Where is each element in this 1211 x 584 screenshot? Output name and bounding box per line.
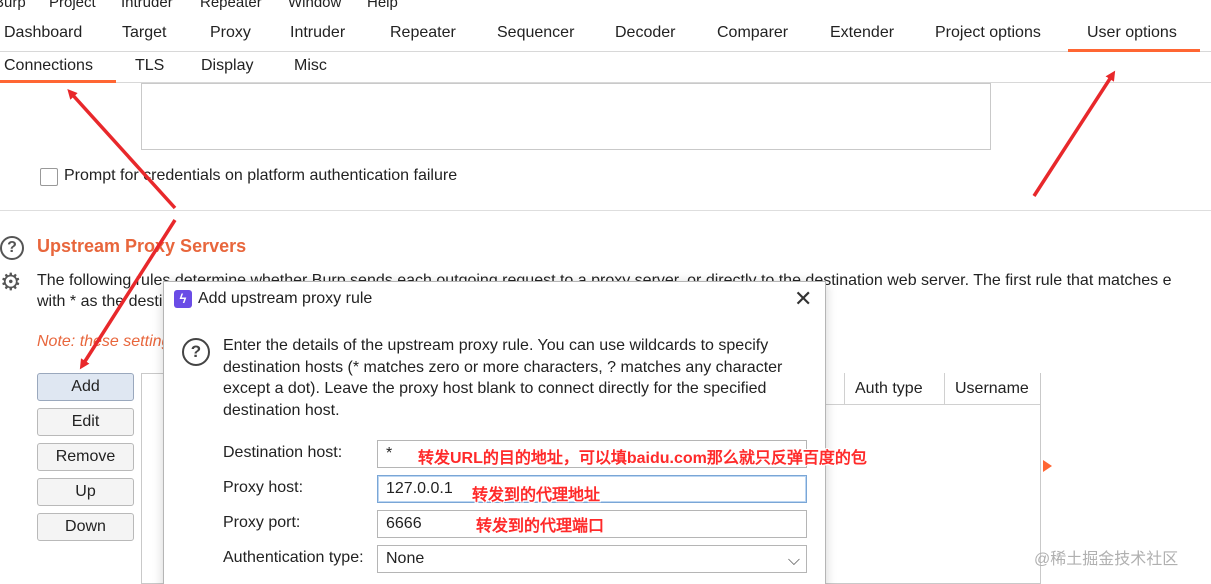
arrow-to-user-options (1032, 70, 1116, 197)
up-button[interactable]: Up (37, 478, 134, 506)
sub-tab-bar: Connections TLS Display Misc (0, 52, 1211, 83)
proxy-host-annotation: 转发到的代理地址 (472, 487, 601, 504)
menu-repeater[interactable]: Repeater (200, 0, 262, 11)
menubar: Burp Project Intruder Repeater Window He… (0, 0, 1211, 18)
dialog-title: Add upstream proxy rule (198, 290, 373, 307)
burp-logo-icon: ϟ (174, 290, 192, 308)
subtab-misc[interactable]: Misc (294, 57, 327, 75)
menu-help[interactable]: Help (367, 0, 398, 11)
platform-auth-table[interactable] (141, 83, 991, 150)
remove-button[interactable]: Remove (37, 443, 134, 471)
dialog-description: Enter the details of the upstream proxy … (223, 337, 783, 419)
chevron-down-icon: ⌵ (787, 552, 800, 569)
section-note: Note: these settings (37, 333, 179, 350)
proxy-port-value: 6666 (386, 515, 422, 532)
menu-project[interactable]: Project (49, 0, 96, 11)
proxy-host-label: Proxy host: (223, 479, 304, 496)
tab-comparer[interactable]: Comparer (717, 24, 788, 42)
menu-window[interactable]: Window (288, 0, 341, 11)
tab-proxy[interactable]: Proxy (210, 24, 251, 42)
prompt-credentials-label: Prompt for credentials on platform authe… (64, 167, 458, 184)
tab-extender[interactable]: Extender (830, 24, 894, 42)
subtab-display[interactable]: Display (201, 57, 253, 75)
tab-sequencer[interactable]: Sequencer (497, 24, 574, 42)
menu-intruder[interactable]: Intruder (121, 0, 173, 11)
dialog-help-icon[interactable]: ? (182, 338, 210, 366)
close-icon[interactable]: ✕ (794, 286, 812, 312)
active-subtab-indicator (0, 80, 116, 83)
edit-button[interactable]: Edit (37, 408, 134, 436)
subtab-connections[interactable]: Connections (4, 57, 93, 75)
menu-burp[interactable]: Burp (0, 0, 26, 11)
tab-project-options[interactable]: Project options (935, 24, 1041, 42)
add-upstream-proxy-dialog: ϟ Add upstream proxy rule ✕ ? Enter the … (163, 281, 867, 584)
auth-type-value: None (386, 550, 425, 567)
destination-host-label: Destination host: (223, 444, 343, 461)
proxy-port-label: Proxy port: (223, 514, 301, 531)
tab-decoder[interactable]: Decoder (615, 24, 675, 42)
proxy-host-value: 127.0.0.1 (386, 480, 453, 497)
auth-type-select[interactable]: None ⌵ (377, 545, 807, 573)
proxy-port-annotation: 转发到的代理端口 (476, 518, 605, 535)
tab-dashboard[interactable]: Dashboard (4, 24, 82, 42)
add-button[interactable]: Add (37, 373, 134, 401)
watermark: @稀土掘金技术社区 (1034, 551, 1179, 568)
active-tab-indicator (1068, 18, 1200, 52)
help-icon[interactable]: ? (0, 236, 24, 260)
main-tab-bar: Dashboard Target Proxy Intruder Repeater… (0, 18, 1211, 52)
tab-intruder[interactable]: Intruder (290, 24, 345, 42)
subtab-tls[interactable]: TLS (135, 57, 164, 75)
section-title: Upstream Proxy Servers (37, 236, 247, 256)
tab-repeater[interactable]: Repeater (390, 24, 456, 42)
expand-arrow-icon[interactable] (1043, 460, 1052, 472)
auth-type-label: Authentication type: (223, 549, 364, 566)
column-header-auth-type[interactable]: Auth type (844, 373, 944, 405)
section-divider (0, 210, 1211, 211)
down-button[interactable]: Down (37, 513, 134, 541)
gear-icon[interactable]: ⚙ (0, 271, 24, 295)
destination-host-value: * (386, 445, 393, 462)
column-header-username[interactable]: Username (944, 373, 1040, 405)
destination-annotation: 转发URL的目的地址，可以填baidu.com那么就只反弹百度的包 (418, 450, 867, 467)
tab-target[interactable]: Target (122, 24, 166, 42)
prompt-credentials-checkbox[interactable] (40, 168, 58, 186)
dialog-titlebar: ϟ Add upstream proxy rule ✕ (164, 282, 825, 316)
